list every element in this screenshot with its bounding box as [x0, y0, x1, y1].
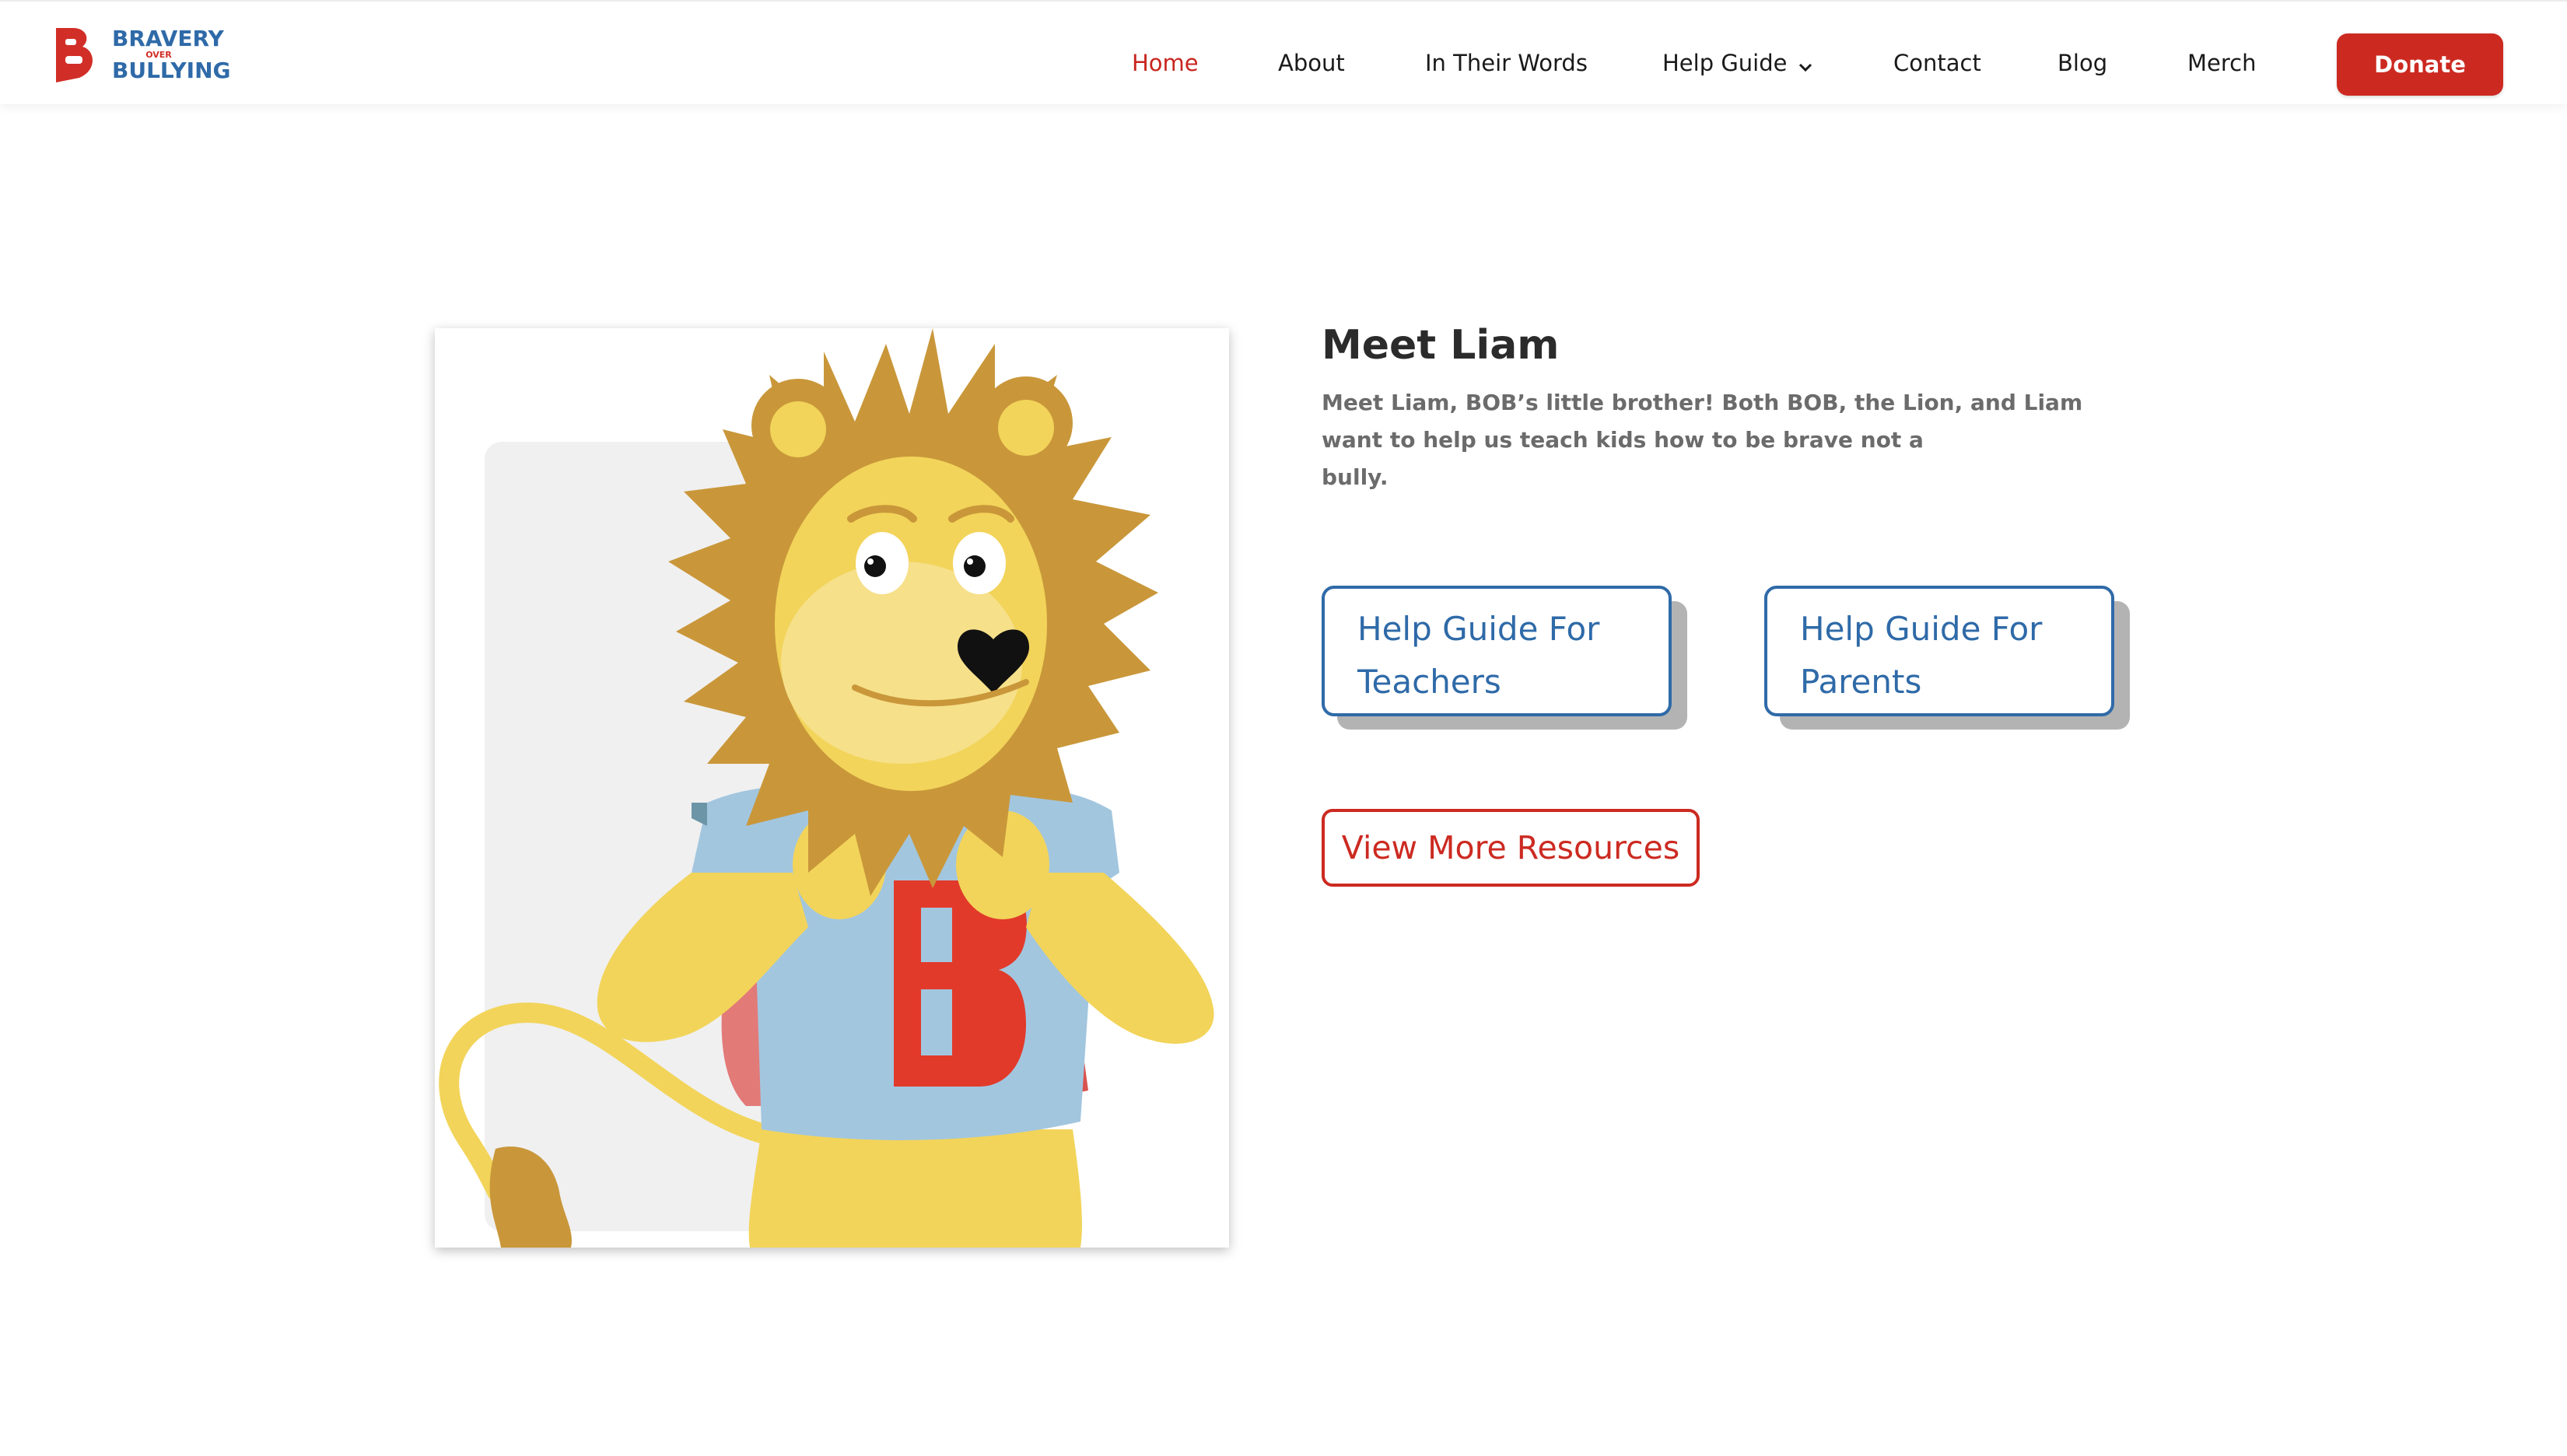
donate-button[interactable]: Donate [2337, 33, 2503, 96]
logo-wordmark: BRAVERY OVER BULLYING [112, 28, 231, 82]
heart-b-logo-icon [56, 28, 93, 82]
logo-line-bravery: BRAVERY [112, 26, 224, 51]
teachers-guide-card: Help Guide For Teachers [1322, 586, 1687, 730]
intro-line: want to help us teach kids how to be bra… [1322, 427, 1924, 453]
help-guide-teachers-button[interactable]: Help Guide For Teachers [1322, 586, 1672, 716]
nav-in-their-words[interactable]: In Their Words [1425, 50, 1588, 76]
page-title: Meet Liam [1322, 322, 1560, 369]
nav-about[interactable]: About [1278, 50, 1345, 76]
help-guide-parents-button[interactable]: Help Guide For Parents [1764, 586, 2114, 716]
nav-contact[interactable]: Contact [1893, 50, 1981, 76]
intro-line: bully. [1322, 464, 1389, 490]
parents-guide-card: Help Guide For Parents [1764, 586, 2130, 730]
nav-help-guide[interactable]: Help Guide [1662, 50, 1812, 78]
nav-merch[interactable]: Merch [2187, 50, 2256, 76]
view-more-resources-button[interactable]: View More Resources [1322, 809, 1700, 887]
site-logo[interactable]: BRAVERY OVER BULLYING [50, 23, 231, 86]
logo-line-bullying: BULLYING [112, 58, 231, 83]
nav-help-guide-label: Help Guide [1662, 50, 1788, 76]
site-header: BRAVERY OVER BULLYING Home About In Thei… [0, 0, 2567, 104]
chevron-down-icon [1798, 51, 1812, 78]
nav-home[interactable]: Home [1132, 50, 1199, 76]
intro-paragraph: Meet Liam, BOB’s little brother! Both BO… [1322, 384, 2099, 496]
button-label-line: Help Guide For [1357, 610, 1600, 648]
button-label-line: Help Guide For [1800, 610, 2043, 648]
intro-line: Meet Liam, BOB’s little brother! Both BO… [1322, 390, 2083, 415]
button-label-line: Teachers [1357, 663, 1501, 701]
button-label-line: Parents [1800, 663, 1922, 701]
nav-blog[interactable]: Blog [2057, 50, 2107, 76]
lion-mascot-image [435, 328, 1229, 1248]
